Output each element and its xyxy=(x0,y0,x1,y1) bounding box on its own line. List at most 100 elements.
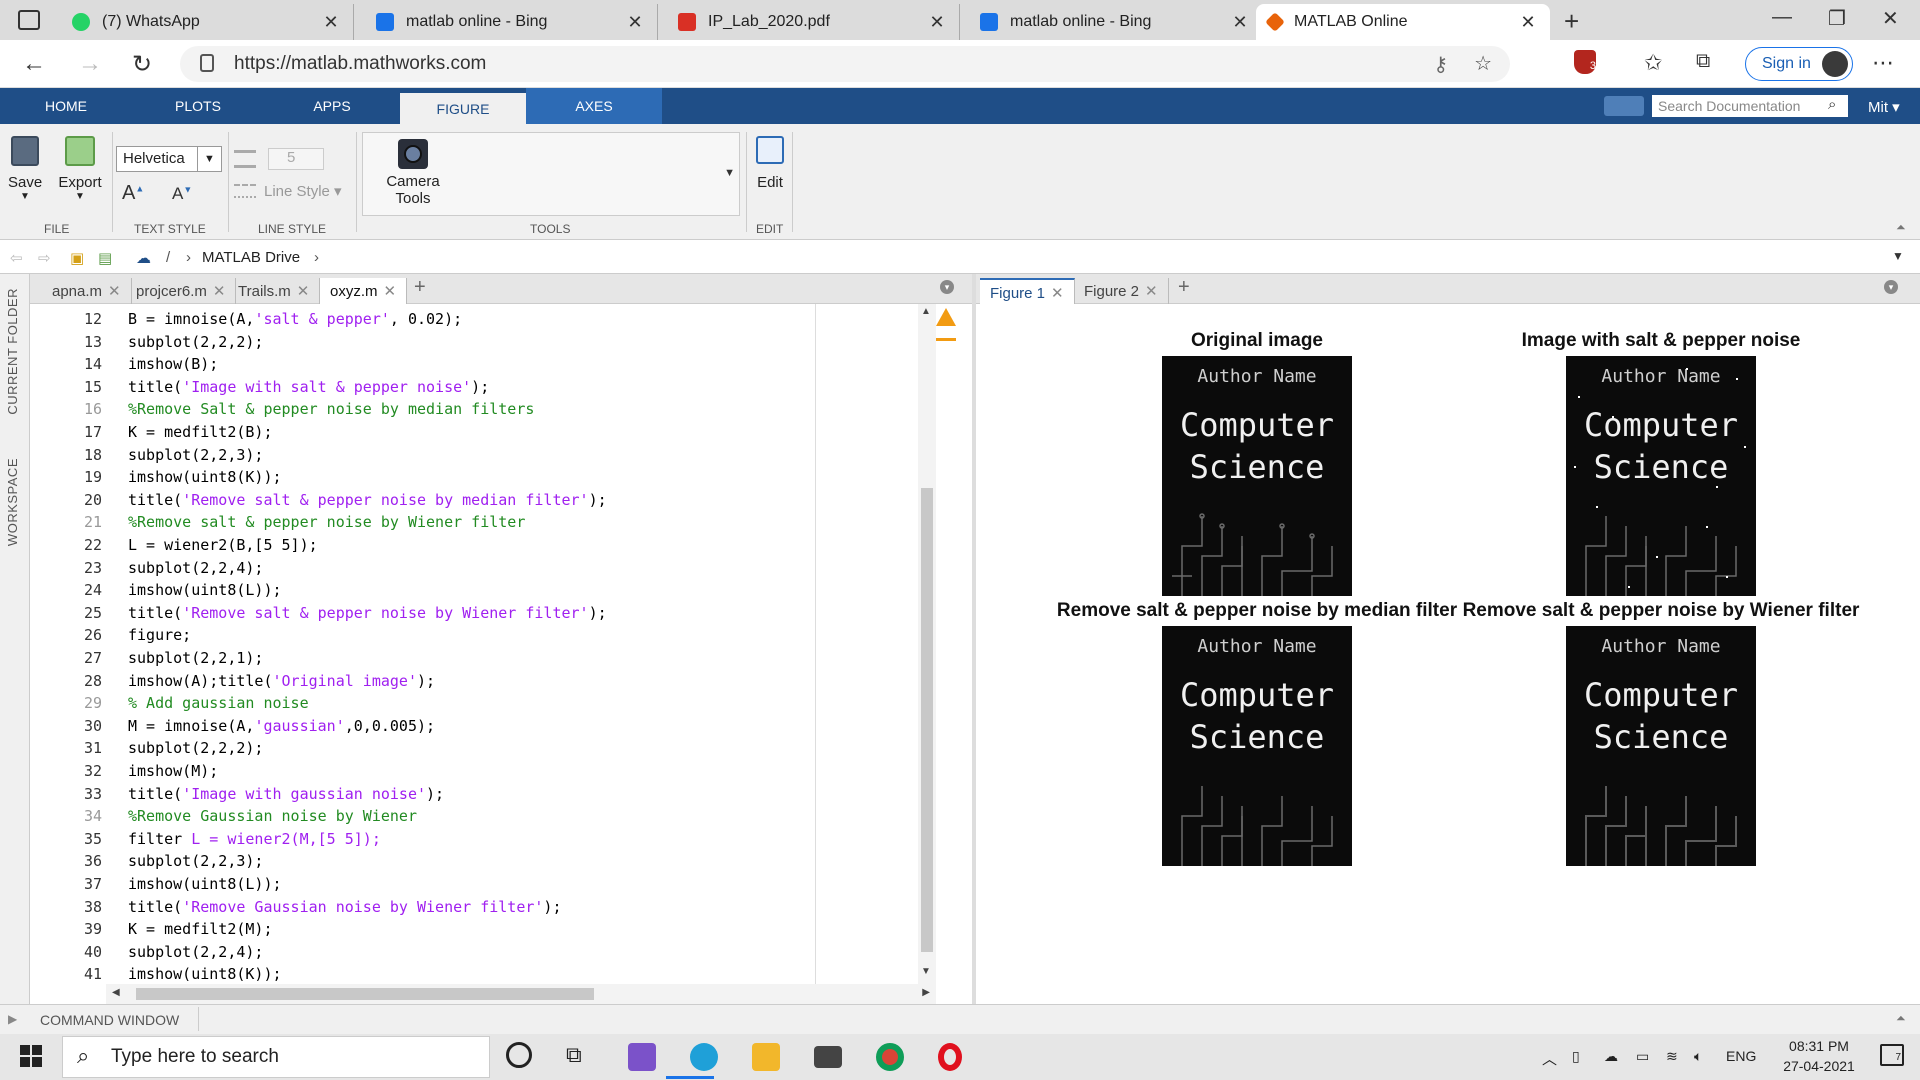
export-button[interactable]: Export ▼ xyxy=(56,136,104,202)
browser-tab-pdf[interactable]: IP_Lab_2020.pdf ✕ xyxy=(666,4,960,40)
code-line[interactable]: subplot(2,2,4); xyxy=(128,943,263,961)
editor-actions-icon[interactable]: ▾ xyxy=(940,280,954,294)
vertical-scrollbar[interactable]: ▲ ▼ xyxy=(918,304,936,984)
url-field[interactable]: https://matlab.mathworks.com ⚷ ☆ xyxy=(180,46,1510,82)
windows-start-icon[interactable] xyxy=(20,1045,42,1067)
code-line[interactable]: figure; xyxy=(128,626,191,644)
tab-trails-m[interactable]: Trails.m ✕ xyxy=(228,278,321,304)
subplot-image-median[interactable]: Author Name Computer Science xyxy=(1162,626,1352,866)
tab-apna-m[interactable]: apna.m ✕ xyxy=(42,278,132,304)
visual-studio-icon[interactable] xyxy=(628,1043,656,1071)
mail-icon[interactable] xyxy=(814,1046,842,1068)
cortana-icon[interactable] xyxy=(506,1042,532,1068)
breadcrumb-matlab-drive[interactable]: MATLAB Drive xyxy=(202,249,300,266)
close-tab-icon[interactable]: ✕ xyxy=(321,12,341,33)
tab-figure[interactable]: FIGURE xyxy=(400,93,526,124)
code-line[interactable]: subplot(2,2,3); xyxy=(128,446,263,464)
tab-plots[interactable]: PLOTS xyxy=(132,88,264,124)
code-line[interactable]: %Remove Gaussian noise by Wiener xyxy=(128,807,417,825)
expand-gallery-icon[interactable]: ▼ xyxy=(724,167,735,179)
edit-button[interactable]: Edit xyxy=(750,136,790,191)
wifi-icon[interactable]: ≋ xyxy=(1666,1048,1678,1065)
close-icon[interactable]: ✕ xyxy=(297,283,310,300)
device-icon[interactable]: ▯ xyxy=(1572,1048,1580,1065)
scroll-up-icon[interactable]: ▲ xyxy=(921,306,931,317)
scroll-right-icon[interactable]: ▶ xyxy=(922,987,930,998)
code-editor[interactable]: 12 13 14 15 16 17 18 19 20 21 22 23 24 25 26 27 28 29 30 31… xyxy=(30,304,972,1004)
subplot-image-wiener[interactable]: Author Name Computer Science xyxy=(1566,626,1756,866)
code-line[interactable]: subplot(2,2,2); xyxy=(128,739,263,757)
extension-shield-icon[interactable]: 3 xyxy=(1574,50,1596,74)
camera-tools-button[interactable]: Camera Tools xyxy=(377,139,449,207)
tab-figure-2[interactable]: Figure 2 ✕ xyxy=(1074,278,1169,304)
code-line[interactable]: subplot(2,2,3); xyxy=(128,852,263,870)
clock[interactable]: 08:31 PM 27-04-2021 xyxy=(1774,1038,1864,1074)
more-icon[interactable]: ⋯ xyxy=(1872,50,1894,76)
new-tab-button[interactable]: + xyxy=(1564,6,1579,37)
browser-tab-bing-2[interactable]: matlab online - Bing ✕ xyxy=(968,4,1262,40)
figure-canvas[interactable]: Original image Author Name Computer Scien… xyxy=(976,304,1920,1004)
figure-actions-icon[interactable]: ▾ xyxy=(1884,280,1898,294)
code-line[interactable]: title('Remove Gaussian noise by Wiener f… xyxy=(128,898,561,916)
close-tab-icon[interactable]: ✕ xyxy=(1230,12,1250,33)
code-line[interactable]: subplot(2,2,4); xyxy=(128,559,263,577)
expand-command-window-icon[interactable]: ▶ xyxy=(8,1012,17,1026)
browser-tab-whatsapp[interactable]: (7) WhatsApp ✕ xyxy=(60,4,354,40)
file-explorer-icon[interactable] xyxy=(752,1043,780,1071)
warning-marker[interactable] xyxy=(936,338,956,341)
search-icon[interactable]: ⌕ xyxy=(1828,96,1836,113)
new-figure-tab-button[interactable]: + xyxy=(1178,276,1190,299)
key-icon[interactable]: ⚷ xyxy=(1433,52,1448,77)
taskbar-search-input[interactable]: ⌕ Type here to search xyxy=(62,1036,490,1078)
close-icon[interactable]: ✕ xyxy=(1145,283,1158,300)
close-icon[interactable]: ✕ xyxy=(1051,285,1064,302)
command-window-bar[interactable]: ▶ COMMAND WINDOW ⏶ xyxy=(0,1004,1920,1034)
close-icon[interactable]: ✕ xyxy=(108,283,121,300)
task-view-icon[interactable]: ⧉ xyxy=(566,1042,582,1068)
font-select[interactable]: Helvetica ▼ xyxy=(116,146,222,172)
code-line[interactable]: % Add gaussian noise xyxy=(128,694,309,712)
tab-apps[interactable]: APPS xyxy=(264,88,400,124)
opera-icon[interactable] xyxy=(938,1043,962,1071)
line-style-select[interactable]: Line Style ▾ xyxy=(264,182,342,200)
forward-folder-icon[interactable]: ⇨ xyxy=(38,249,51,267)
code-line[interactable]: imshow(uint8(L)); xyxy=(128,581,282,599)
browse-folder-icon[interactable]: ▤ xyxy=(98,249,112,267)
meet-icon[interactable]: ☁ xyxy=(1604,1048,1618,1065)
subplot-image-salt-pepper[interactable]: Author Name Computer Science xyxy=(1566,356,1756,596)
code-line[interactable]: imshow(uint8(L)); xyxy=(128,875,282,893)
code-line[interactable]: M = imnoise(A,'gaussian',0,0.005); xyxy=(128,717,435,735)
edge-icon[interactable] xyxy=(690,1043,718,1071)
language-indicator[interactable]: ENG xyxy=(1726,1048,1756,1064)
refresh-icon[interactable]: ↻ xyxy=(132,50,152,79)
code-line[interactable]: subplot(2,2,2); xyxy=(128,333,263,351)
maximize-command-window-icon[interactable]: ⏶ xyxy=(1896,1011,1906,1026)
tab-figure-1[interactable]: Figure 1 ✕ xyxy=(980,278,1075,304)
address-dropdown-icon[interactable]: ▼ xyxy=(1892,249,1904,263)
warning-icon[interactable] xyxy=(936,308,956,326)
minimize-icon[interactable]: — xyxy=(1772,6,1792,29)
code-line[interactable]: title('Image with salt & pepper noise'); xyxy=(128,378,489,396)
tab-home[interactable]: HOME xyxy=(0,88,132,124)
add-favorite-icon[interactable]: ☆ xyxy=(1474,51,1492,76)
code-line[interactable]: %Remove Salt & pepper noise by median fi… xyxy=(128,400,534,418)
tab-oxyz-m[interactable]: oxyz.m ✕ xyxy=(320,278,408,304)
scroll-left-icon[interactable]: ◀ xyxy=(112,987,120,998)
save-button[interactable]: Save ▼ xyxy=(8,136,42,202)
horizontal-scrollbar[interactable]: ◀ ▶ xyxy=(106,984,936,1004)
tab-axes[interactable]: AXES xyxy=(526,88,662,124)
close-tab-icon[interactable]: ✕ xyxy=(927,12,947,33)
forward-icon[interactable]: → xyxy=(78,50,102,78)
back-icon[interactable]: ← xyxy=(22,50,46,78)
code-line[interactable]: imshow(A);title('Original image'); xyxy=(128,672,435,690)
close-tab-icon[interactable]: ✕ xyxy=(625,12,645,33)
code-line[interactable]: %Remove salt & pepper noise by Wiener fi… xyxy=(128,513,525,531)
collections-icon[interactable]: ⧉ xyxy=(1696,50,1710,73)
sign-in-button[interactable]: Sign in xyxy=(1745,47,1853,81)
search-documentation-input[interactable]: Search Documentation xyxy=(1652,95,1848,117)
workspace-panel-toggle[interactable]: WORKSPACE xyxy=(5,458,20,546)
code-line[interactable]: title('Remove salt & pepper noise by Wie… xyxy=(128,604,607,622)
code-line[interactable]: imshow(uint8(K)); xyxy=(128,965,282,983)
code-line[interactable]: K = medfilt2(B); xyxy=(128,423,273,441)
horizontal-scroll-thumb[interactable] xyxy=(136,988,594,1000)
